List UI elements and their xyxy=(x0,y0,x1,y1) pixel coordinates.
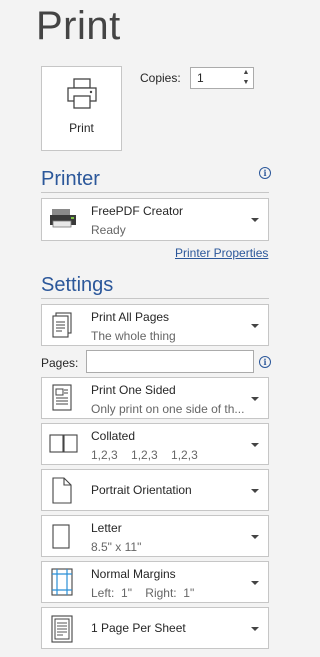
margins-detail: Left: 1" Right: 1" xyxy=(91,586,195,600)
printer-name: FreePDF Creator xyxy=(91,204,184,218)
printer-properties-link[interactable]: Printer Properties xyxy=(175,246,268,260)
sides-title: Print One Sided xyxy=(91,383,176,397)
printer-device-icon xyxy=(50,209,76,228)
settings-divider xyxy=(41,298,269,299)
chevron-down-icon xyxy=(251,489,259,493)
page-title: Print xyxy=(36,4,121,48)
printer-icon xyxy=(67,78,97,109)
sides-dropdown[interactable]: Print One Sided Only print on one side o… xyxy=(41,377,269,419)
print-button-label: Print xyxy=(69,121,94,135)
letter-icon xyxy=(52,524,70,549)
pages-label: Pages: xyxy=(41,356,79,370)
pages-info-icon[interactable]: i xyxy=(259,356,271,368)
print-range-detail: The whole thing xyxy=(91,329,176,343)
margins-dropdown[interactable]: Normal Margins Left: 1" Right: 1" xyxy=(41,561,269,603)
copies-value[interactable]: 1 xyxy=(197,71,204,85)
pages-input[interactable] xyxy=(86,350,254,373)
chevron-down-icon xyxy=(251,324,259,328)
print-range-dropdown[interactable]: Print All Pages The whole thing xyxy=(41,304,269,346)
paper-size-detail: 8.5" x 11" xyxy=(91,540,142,554)
one-sided-icon xyxy=(52,384,72,411)
printer-info-icon[interactable]: i xyxy=(259,167,271,179)
print-button[interactable]: Print xyxy=(41,66,122,151)
copies-stepper[interactable]: 1 ▲ ▼ xyxy=(190,67,254,89)
printer-status: Ready xyxy=(91,223,126,237)
margins-title: Normal Margins xyxy=(91,567,176,581)
paper-size-title: Letter xyxy=(91,521,122,535)
margins-icon xyxy=(51,568,73,596)
page-per-sheet-icon xyxy=(51,615,73,643)
paper-size-dropdown[interactable]: Letter 8.5" x 11" xyxy=(41,515,269,557)
chevron-down-icon xyxy=(251,535,259,539)
printer-dropdown[interactable]: FreePDF Creator Ready xyxy=(41,198,269,241)
printer-divider xyxy=(41,192,269,193)
copies-decrement-button[interactable]: ▼ xyxy=(239,78,253,88)
collated-icon xyxy=(49,434,78,453)
chevron-down-icon xyxy=(251,443,259,447)
chevron-down-icon xyxy=(251,397,259,401)
orientation-dropdown[interactable]: Portrait Orientation xyxy=(41,469,269,511)
collation-dropdown[interactable]: Collated 1,2,3 1,2,3 1,2,3 xyxy=(41,423,269,465)
print-range-title: Print All Pages xyxy=(91,310,170,324)
chevron-down-icon xyxy=(251,627,259,631)
orientation-title: Portrait Orientation xyxy=(91,483,192,497)
settings-heading: Settings xyxy=(41,274,114,296)
chevron-down-icon xyxy=(251,581,259,585)
printer-heading: Printer xyxy=(41,168,100,190)
pages-icon xyxy=(52,312,72,338)
copies-label: Copies: xyxy=(140,71,181,85)
chevron-down-icon xyxy=(251,218,259,222)
collation-detail: 1,2,3 1,2,3 1,2,3 xyxy=(91,448,198,462)
sides-detail: Only print on one side of th... xyxy=(91,402,245,416)
pages-per-sheet-title: 1 Page Per Sheet xyxy=(91,621,186,635)
portrait-icon xyxy=(52,477,72,504)
pages-per-sheet-dropdown[interactable]: 1 Page Per Sheet xyxy=(41,607,269,649)
collation-title: Collated xyxy=(91,429,136,443)
copies-increment-button[interactable]: ▲ xyxy=(239,68,253,78)
